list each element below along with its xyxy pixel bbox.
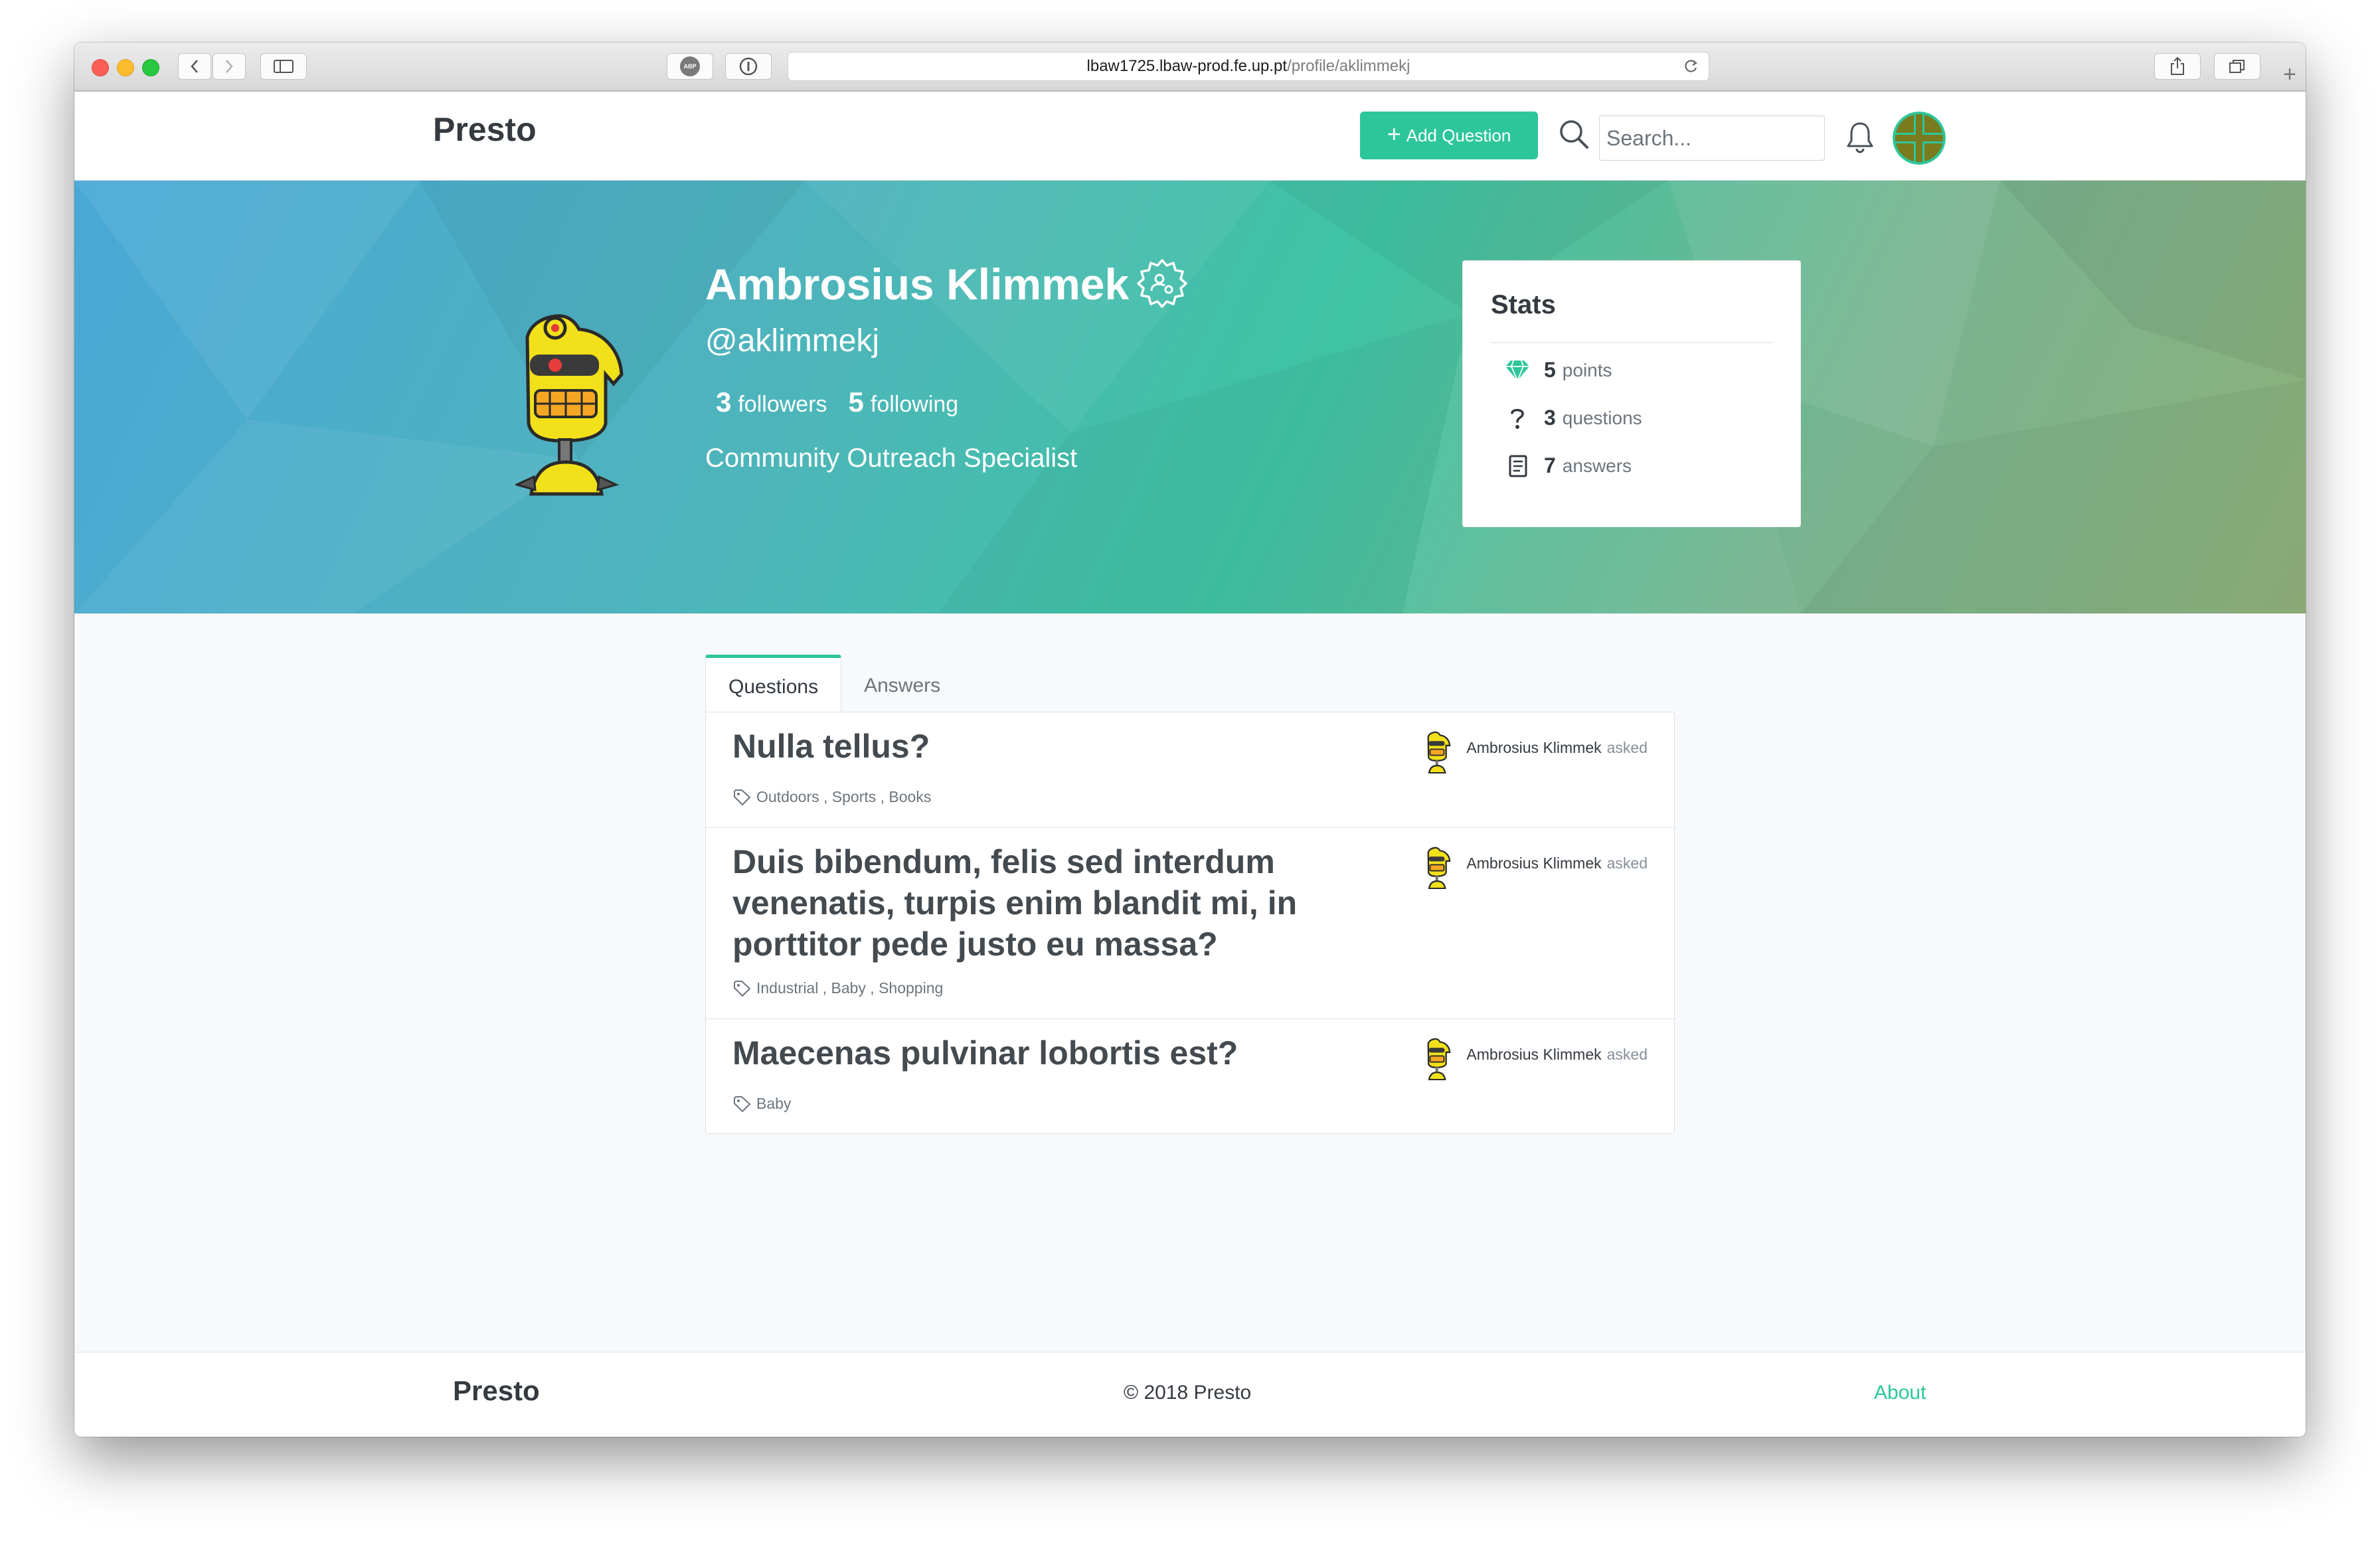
moderator-badge-icon (1137, 259, 1187, 308)
add-question-label: Add Question (1406, 125, 1511, 145)
stats-heading: Stats (1491, 290, 1556, 319)
plus-icon: + (1387, 120, 1401, 147)
tabs-overview-button[interactable] (2214, 53, 2260, 80)
back-button[interactable] (178, 53, 211, 80)
adblock-button[interactable]: ABP (667, 53, 713, 80)
profile-tabs: Questions Answers (705, 655, 963, 712)
stats-divider (1491, 342, 1772, 343)
author-avatar (1427, 731, 1451, 773)
question-tags: Baby (732, 1095, 791, 1113)
forward-button[interactable] (212, 53, 246, 80)
minimize-window-button[interactable] (117, 59, 134, 76)
question-tags: Outdoors , Sports , Books (732, 788, 931, 806)
share-icon (2171, 56, 2184, 75)
follow-stats: 3 followers 5 following (716, 386, 958, 418)
tag-icon (734, 789, 750, 805)
question-title[interactable]: Duis bibendum, felis sed interdum venena… (732, 841, 1343, 965)
browser-toolbar: ABP lbaw1725.lbaw-prod.fe.up.pt/profile/… (74, 42, 2306, 92)
diamond-icon (1505, 360, 1529, 382)
question-tags-text[interactable]: Outdoors , Sports , Books (756, 788, 931, 806)
sidebar-icon (274, 60, 294, 73)
chevron-left-icon (191, 60, 198, 73)
author-name[interactable]: Ambrosius Klimmek (1466, 739, 1601, 757)
sidebar-toggle-button[interactable] (260, 53, 307, 80)
author-action: asked (1606, 739, 1648, 756)
followers-link[interactable]: 3 followers (716, 386, 827, 418)
profile-name: Ambrosius Klimmek (705, 260, 1130, 309)
adblock-icon: ABP (680, 56, 700, 76)
question-item[interactable]: Nulla tellus? Outdoors , Sports , Books … (706, 712, 1674, 828)
stats-card: Stats 5 points 3 questions 7 answers (1462, 260, 1801, 527)
privacy-button[interactable] (725, 53, 772, 80)
notification-bell-icon[interactable] (1845, 120, 1875, 154)
stat-answers: 7 answers (1504, 453, 1632, 478)
author-name[interactable]: Ambrosius Klimmek (1466, 1046, 1601, 1064)
question-tags: Industrial , Baby , Shopping (732, 979, 943, 997)
search-input[interactable] (1599, 116, 1825, 161)
profile-handle: @aklimmekj (705, 323, 880, 359)
profile-job-title: Community Outreach Specialist (705, 444, 1078, 473)
tabs-icon (2229, 60, 2245, 73)
following-count: 5 (848, 386, 864, 418)
stat-points: 5 points (1504, 358, 1612, 382)
profile-avatar (515, 314, 624, 496)
info-icon (739, 57, 758, 76)
question-author: Ambrosius Klimmek asked (1425, 1038, 1648, 1080)
question-item[interactable]: Duis bibendum, felis sed interdum venena… (706, 828, 1674, 1019)
question-title[interactable]: Maecenas pulvinar lobortis est? (732, 1032, 1343, 1074)
browser-window: ABP lbaw1725.lbaw-prod.fe.up.pt/profile/… (74, 42, 2306, 1437)
navbar: Presto + Add Question (74, 92, 2306, 181)
following-label: following (870, 392, 959, 417)
followers-count: 3 (716, 386, 732, 418)
tab-answers[interactable]: Answers (841, 655, 963, 712)
question-item[interactable]: Maecenas pulvinar lobortis est? Baby Amb… (706, 1019, 1674, 1133)
tag-icon (734, 980, 750, 997)
question-tags-text[interactable]: Industrial , Baby , Shopping (756, 979, 943, 997)
author-name[interactable]: Ambrosius Klimmek (1466, 854, 1601, 872)
new-tab-button[interactable]: + (2274, 58, 2306, 90)
author-action: asked (1606, 854, 1648, 872)
add-question-button[interactable]: + Add Question (1360, 112, 1538, 159)
banner-background-pattern (74, 181, 2306, 613)
question-icon (1511, 408, 1524, 429)
url-host: lbaw1725.lbaw-prod.fe.up.pt (1086, 57, 1288, 75)
reload-icon[interactable] (1682, 58, 1699, 75)
footer-brand[interactable]: Presto (453, 1375, 540, 1407)
navbar-brand[interactable]: Presto (433, 110, 537, 149)
stat-points-value: 5 (1544, 358, 1556, 382)
question-author: Ambrosius Klimmek asked (1425, 731, 1648, 773)
profile-banner: Ambrosius Klimmek @aklimmekj 3 followers … (74, 181, 2306, 613)
followers-label: followers (738, 392, 827, 417)
question-title[interactable]: Nulla tellus? (732, 726, 1343, 767)
question-list: Nulla tellus? Outdoors , Sports , Books … (705, 712, 1675, 1134)
question-tags-text[interactable]: Baby (756, 1095, 791, 1113)
stat-points-label: points (1562, 359, 1612, 380)
plus-icon: + (2283, 61, 2296, 87)
author-avatar (1427, 847, 1451, 889)
about-link[interactable]: About (1874, 1382, 1926, 1404)
following-link[interactable]: 5 following (849, 386, 959, 418)
stat-questions-value: 3 (1544, 406, 1556, 430)
close-window-button[interactable] (92, 59, 109, 76)
tag-icon (734, 1096, 750, 1112)
stat-answers-label: answers (1562, 455, 1632, 476)
stat-answers-value: 7 (1544, 453, 1556, 477)
stat-questions: 3 questions (1504, 406, 1642, 430)
stat-questions-label: questions (1562, 407, 1642, 428)
url-path: /profile/aklimmekj (1287, 57, 1410, 75)
user-avatar[interactable] (1893, 112, 1946, 165)
chevron-right-icon (226, 60, 233, 73)
answers-icon (1509, 455, 1527, 477)
address-bar[interactable]: lbaw1725.lbaw-prod.fe.up.pt/profile/akli… (788, 52, 1709, 81)
share-button[interactable] (2154, 53, 2201, 80)
footer-copyright: © 2018 Presto (1124, 1382, 1252, 1404)
search-icon[interactable] (1558, 118, 1591, 151)
author-avatar (1427, 1038, 1451, 1080)
question-author: Ambrosius Klimmek asked (1425, 847, 1648, 889)
zoom-window-button[interactable] (142, 59, 159, 76)
footer: Presto © 2018 Presto About (74, 1352, 2306, 1437)
avatar-image (1893, 112, 1946, 165)
author-action: asked (1606, 1046, 1648, 1063)
tab-questions[interactable]: Questions (705, 655, 842, 712)
